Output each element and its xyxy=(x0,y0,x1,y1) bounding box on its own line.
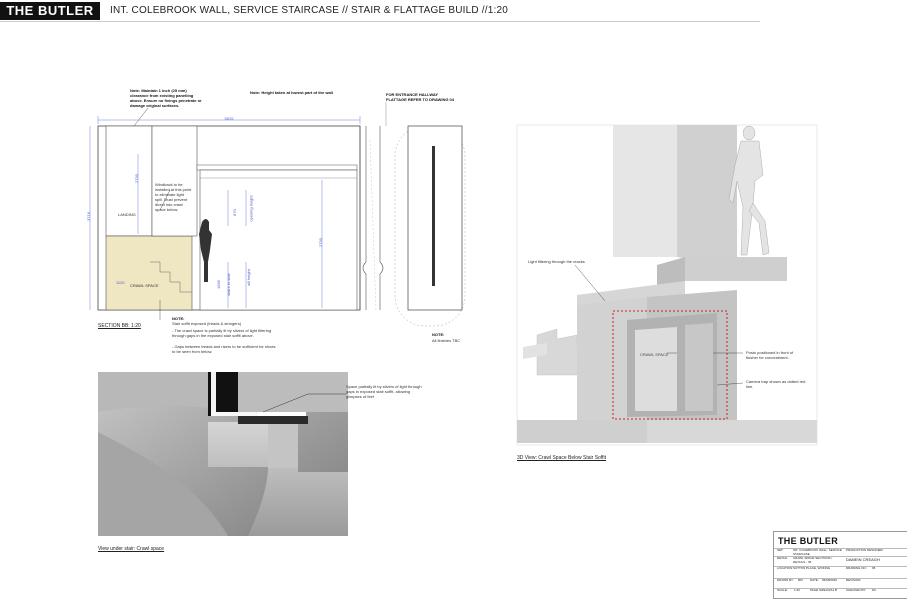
tb-drawn-label: DRAWN BY: xyxy=(777,578,794,582)
note-soffit-1: Stair soffit exposed (treads & stringers… xyxy=(172,321,242,326)
dim-width: 5815 xyxy=(224,116,234,121)
label-crawl-space: CRAWL SPACE xyxy=(130,283,159,288)
tb-set-value: INT. COLEBROOK WALL, SERVICE STAIRCASE xyxy=(793,548,842,556)
label-crawl-space-3d: CRAWL SPACE xyxy=(640,352,669,357)
title-block-brand: THE BUTLER xyxy=(778,536,838,546)
label-landing: LANDING xyxy=(118,212,136,217)
tb-drawn-value: RM xyxy=(798,578,803,582)
render-3d-caption: 3D View: Crawl Space Below Stair Soffit xyxy=(517,455,607,461)
dim-height-left: 3716 xyxy=(85,212,91,221)
callout-light-slivers: Space partially lit by slivers of light … xyxy=(346,384,422,399)
tb-checked-value: DC xyxy=(872,588,877,592)
tb-drawing-no-value: 05 xyxy=(872,566,876,570)
dim-crawl: 1120 xyxy=(116,280,125,285)
tb-drawing-no-label: DRAWING NO: xyxy=(846,566,867,570)
label-sill-height: sill height xyxy=(245,269,251,286)
section-caption: SECTION BB: 1:20 xyxy=(98,323,141,329)
tb-checked-label: CHECKED BY: xyxy=(846,588,867,592)
tb-location-value: SUTTON PLACE, WOKING xyxy=(793,566,831,570)
note-finishes: All finishes TBC xyxy=(432,338,461,343)
note-soffit-3: - Gaps between treads and risers to be s… xyxy=(172,344,276,354)
tb-page-value: A3/A1 B xyxy=(826,588,838,592)
title-block: THE BUTLER SET: INT. COLEBROOK WALL, SER… xyxy=(773,531,907,599)
tb-set-label: SET: xyxy=(777,548,784,552)
label-stairs-to-stair: stairs to stair xyxy=(225,273,231,296)
callout-camera-trap: Camera trap shown as dotted red line. xyxy=(746,379,806,389)
tb-scale-value: 1:20 xyxy=(794,588,800,592)
dim-mid: 2730 xyxy=(317,238,323,247)
dim-opening: 870 xyxy=(231,209,237,216)
tb-page-label: PAGE SIZE: xyxy=(810,588,827,592)
note-windback: Windback to be installed at this point t… xyxy=(155,182,192,212)
tb-revision-label: REVISION: xyxy=(846,578,862,582)
tb-scale-label: SCALE: xyxy=(777,588,788,592)
render-3d xyxy=(516,124,818,446)
label-opening-height: opening height xyxy=(248,195,254,222)
note-soffit-2: - The crawl space is partially lit by sl… xyxy=(172,328,272,338)
tb-date-value: 05/08/2020 xyxy=(822,578,838,582)
tb-detail-value: CRAWL SPACE SECTIONS / DETAILS - 05 xyxy=(793,556,833,564)
render-under-stair xyxy=(98,372,348,536)
tb-pd-label: PRODUCTION DESIGNER: xyxy=(846,548,884,552)
dim-landing-height: 2730 xyxy=(133,174,139,183)
dim-1585: 1585 xyxy=(215,280,221,289)
tb-location-label: LOCATION: xyxy=(777,566,793,570)
tb-detail-label: DETAIL: xyxy=(777,556,789,560)
callout-posts: Posts positioned in front of flusher for… xyxy=(746,350,794,360)
render-under-caption: View under stair: Crawl space xyxy=(98,546,165,552)
tb-date-label: DATE: xyxy=(810,578,819,582)
callout-light-cracks: Light filtering through the cracks xyxy=(528,259,585,264)
note-finishes-title: NOTE: xyxy=(432,332,445,337)
tb-pd-value: DAMEIN CREAGH xyxy=(846,557,880,562)
